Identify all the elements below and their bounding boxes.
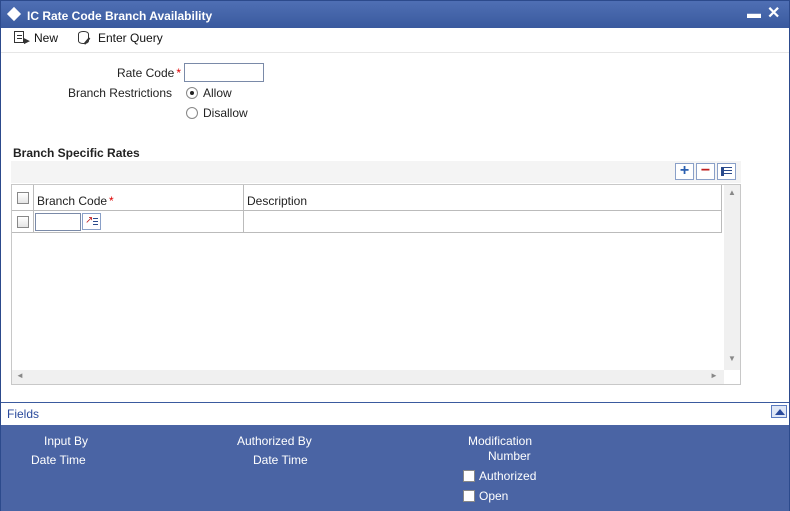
rate-code-input[interactable]	[184, 63, 264, 82]
branch-rates-grid: Branch Code * Description ↗ ▲ ▼ ◄ ►	[11, 184, 741, 385]
fields-link[interactable]: Fields	[7, 407, 39, 421]
row-checkbox[interactable]	[16, 215, 29, 228]
minus-icon: −	[700, 162, 711, 179]
authorized-checkbox-label: Authorized	[479, 469, 537, 483]
checkbox-box	[463, 470, 475, 482]
query-icon	[77, 31, 93, 45]
new-button[interactable]: ► New	[13, 31, 59, 47]
branch-specific-rates-title: Branch Specific Rates	[13, 146, 140, 160]
enter-query-button[interactable]: Enter Query	[77, 31, 163, 45]
horizontal-scrollbar[interactable]: ◄ ►	[12, 370, 724, 384]
audit-panel: Input By Date Time Authorized By Date Ti…	[1, 425, 789, 511]
branch-code-header-label: Branch Code	[37, 193, 108, 208]
authorized-by-label: Authorized By	[237, 434, 312, 448]
view-row-button[interactable]	[717, 163, 736, 180]
input-by-label: Input By	[44, 434, 89, 448]
list-icon	[721, 167, 732, 176]
minimize-button[interactable]: ▬	[747, 5, 761, 21]
open-checkbox[interactable]: Open	[463, 489, 508, 503]
open-checkbox-label: Open	[479, 489, 509, 503]
scroll-left-icon[interactable]: ◄	[16, 371, 24, 380]
checkbox-box	[463, 490, 475, 502]
new-document-icon: ►	[13, 31, 32, 47]
scroll-right-icon[interactable]: ►	[710, 371, 718, 380]
branch-code-lov-button[interactable]: ↗	[82, 213, 101, 230]
grid-body: Branch Code * Description ↗	[12, 185, 722, 370]
modification-label: Modification	[468, 434, 533, 448]
branch-code-cell: ↗	[34, 211, 244, 232]
plus-icon: +	[679, 162, 690, 179]
window-title: IC Rate Code Branch Availability	[27, 9, 213, 23]
number-label: Number	[488, 449, 531, 463]
description-cell	[244, 211, 722, 232]
grid-toolbar: + −	[11, 161, 741, 183]
new-button-label: New	[34, 31, 59, 45]
disallow-radio-label: Disallow	[203, 106, 248, 120]
disallow-radio[interactable]: Disallow	[186, 106, 248, 120]
branch-code-input[interactable]	[35, 212, 81, 231]
collapse-up-icon[interactable]	[771, 405, 787, 418]
app-diamond-icon	[6, 6, 22, 22]
delete-row-button[interactable]: −	[696, 163, 715, 180]
toolbar: ► New Enter Query	[1, 28, 789, 53]
branch-restrictions-label: Branch Restrictions	[67, 86, 172, 100]
required-marker: *	[109, 193, 114, 208]
authorized-checkbox[interactable]: Authorized	[463, 469, 536, 483]
add-row-button[interactable]: +	[675, 163, 694, 180]
radio-selected-icon	[186, 87, 198, 99]
header-branch-code: Branch Code *	[34, 185, 244, 210]
select-all-checkbox[interactable]	[16, 191, 29, 204]
vertical-scrollbar[interactable]: ▲ ▼	[724, 185, 740, 370]
scroll-up-icon[interactable]: ▲	[728, 188, 736, 197]
authorized-datetime-label: Date Time	[253, 453, 308, 467]
required-marker: *	[176, 66, 181, 80]
enter-query-label: Enter Query	[98, 31, 163, 45]
allow-radio-label: Allow	[203, 86, 232, 100]
title-bar: IC Rate Code Branch Availability ▬ ✕	[1, 1, 789, 28]
ic-rate-code-branch-window: IC Rate Code Branch Availability ▬ ✕ ► N…	[0, 0, 790, 511]
input-datetime-label: Date Time	[31, 453, 86, 467]
grid-header: Branch Code * Description	[12, 185, 722, 211]
allow-radio[interactable]: Allow	[186, 86, 232, 100]
row-select-cell	[12, 211, 34, 232]
rate-code-label-text: Rate Code	[116, 66, 175, 80]
close-button[interactable]: ✕	[767, 3, 780, 23]
radio-unselected-icon	[186, 107, 198, 119]
rate-code-label: Rate Code *	[61, 66, 181, 80]
table-row: ↗	[12, 211, 722, 233]
header-select-cell	[12, 185, 34, 210]
fields-bar: Fields	[1, 402, 789, 425]
scroll-down-icon[interactable]: ▼	[728, 354, 736, 363]
header-description: Description	[244, 185, 722, 210]
